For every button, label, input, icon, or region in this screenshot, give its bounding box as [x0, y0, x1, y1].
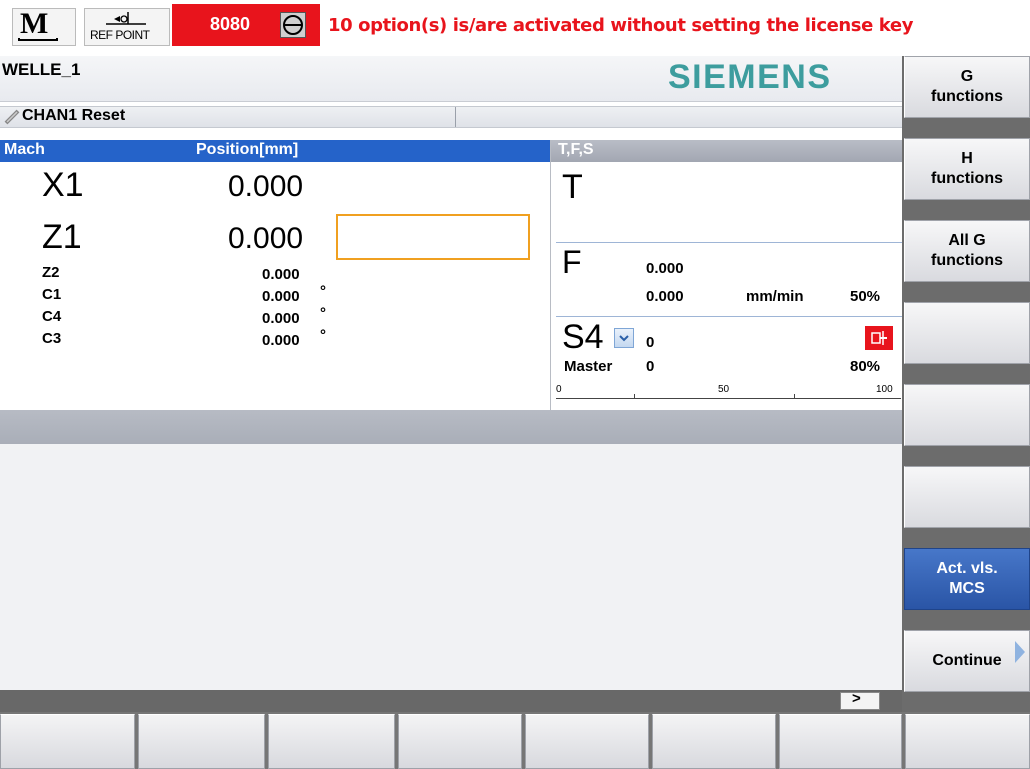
axis-value: 0.000	[262, 310, 300, 327]
softkey-all-g-functions[interactable]: All G functions	[904, 220, 1030, 282]
spindle-dropdown[interactable]	[614, 328, 634, 348]
chevron-down-icon	[619, 335, 629, 342]
spindle-speed: 0	[646, 334, 655, 351]
status-divider	[455, 107, 456, 127]
input-focus-box[interactable]	[336, 214, 530, 260]
scale-tick	[794, 394, 795, 398]
axis-name: X1	[42, 166, 84, 204]
refpoint-icon	[106, 12, 146, 25]
softkey-label: Continue	[932, 652, 1002, 669]
column-position: Position[mm]	[196, 141, 299, 158]
axis-name: Z1	[42, 218, 82, 256]
alarm-number: 8080	[210, 14, 251, 34]
softkey-g-functions[interactable]: G functions	[904, 56, 1030, 118]
feed-unit: mm/min	[746, 288, 804, 305]
tfs-separator	[556, 242, 902, 243]
softkey-label: All G functions	[931, 232, 1003, 269]
reset-pen-icon	[4, 109, 20, 125]
axis-value: 0.000	[228, 222, 304, 255]
program-area	[0, 444, 902, 690]
master-label: Master	[564, 358, 613, 375]
alarm-message: 10 option(s) is/are activated without se…	[328, 15, 914, 36]
axis-value: 0.000	[262, 332, 300, 349]
scale-tick-label: 50	[718, 384, 730, 395]
column-mach: Mach	[4, 141, 45, 158]
hsoftkey-8[interactable]	[905, 714, 1030, 769]
mode-letter: M	[20, 7, 49, 40]
axis-name: C3	[42, 330, 62, 347]
softkey-empty-4[interactable]	[904, 302, 1030, 364]
spindle-stop-icon	[865, 326, 893, 350]
separator-bar	[0, 410, 902, 444]
axis-value: 0.000	[228, 170, 304, 203]
scale-tick-label: 100	[876, 384, 893, 395]
softkey-continue[interactable]: Continue	[904, 630, 1030, 692]
feed-actual: 0.000	[646, 260, 684, 277]
axis-value: 0.000	[262, 288, 300, 305]
channel-status: CHAN1 Reset	[22, 107, 126, 124]
pane-divider	[550, 140, 551, 410]
horizontal-scrollbar[interactable]	[0, 690, 902, 712]
refpoint-label: REF POINT	[90, 28, 150, 42]
tool-label: T	[562, 168, 583, 206]
axis-name: C4	[42, 308, 62, 325]
hsoftkey-2[interactable]	[138, 714, 265, 769]
tfs-title: T,F,S	[558, 141, 594, 158]
hsoftkey-3[interactable]	[268, 714, 395, 769]
spindle-override: 80%	[850, 358, 881, 375]
master-value: 0	[646, 358, 655, 375]
spindle-label: S4	[562, 318, 604, 356]
axis-value: 0.000	[262, 266, 300, 283]
tfs-separator	[556, 316, 902, 317]
feed-setpoint: 0.000	[646, 288, 684, 305]
scroll-right-arrow-icon: >	[852, 690, 861, 707]
hsoftkey-4[interactable]	[398, 714, 522, 769]
softkey-act-vls-mcs[interactable]: Act. vls. MCS	[904, 548, 1030, 610]
softkey-empty-5[interactable]	[904, 384, 1030, 446]
softkey-label: G functions	[931, 68, 1003, 105]
override-scale	[556, 398, 901, 399]
hsoftkey-5[interactable]	[525, 714, 649, 769]
axis-name: Z2	[42, 264, 60, 281]
scale-tick-label: 0	[556, 384, 562, 395]
softkey-label: Act. vls. MCS	[936, 560, 998, 597]
hsoftkey-6[interactable]	[652, 714, 776, 769]
softkey-empty-6[interactable]	[904, 466, 1030, 528]
program-name: WELLE_1	[2, 60, 81, 79]
chevron-right-icon	[1015, 641, 1025, 663]
channel-status-row	[0, 106, 902, 128]
softkey-h-functions[interactable]: H functions	[904, 138, 1030, 200]
softkey-label: H functions	[931, 150, 1003, 187]
feed-label: F	[562, 244, 582, 280]
tfs-header	[551, 140, 902, 162]
alarm-ack-icon[interactable]	[280, 12, 306, 38]
scale-tick	[634, 394, 635, 398]
hsoftkey-1[interactable]	[0, 714, 135, 769]
siemens-logo: SIEMENS	[668, 58, 832, 96]
axis-unit: °	[320, 283, 326, 300]
hsoftkey-7[interactable]	[779, 714, 902, 769]
axis-unit: °	[320, 327, 326, 344]
feed-override: 50%	[850, 288, 881, 305]
axis-name: C1	[42, 286, 62, 303]
axis-unit: °	[320, 305, 326, 322]
mode-bracket-icon	[18, 38, 58, 41]
